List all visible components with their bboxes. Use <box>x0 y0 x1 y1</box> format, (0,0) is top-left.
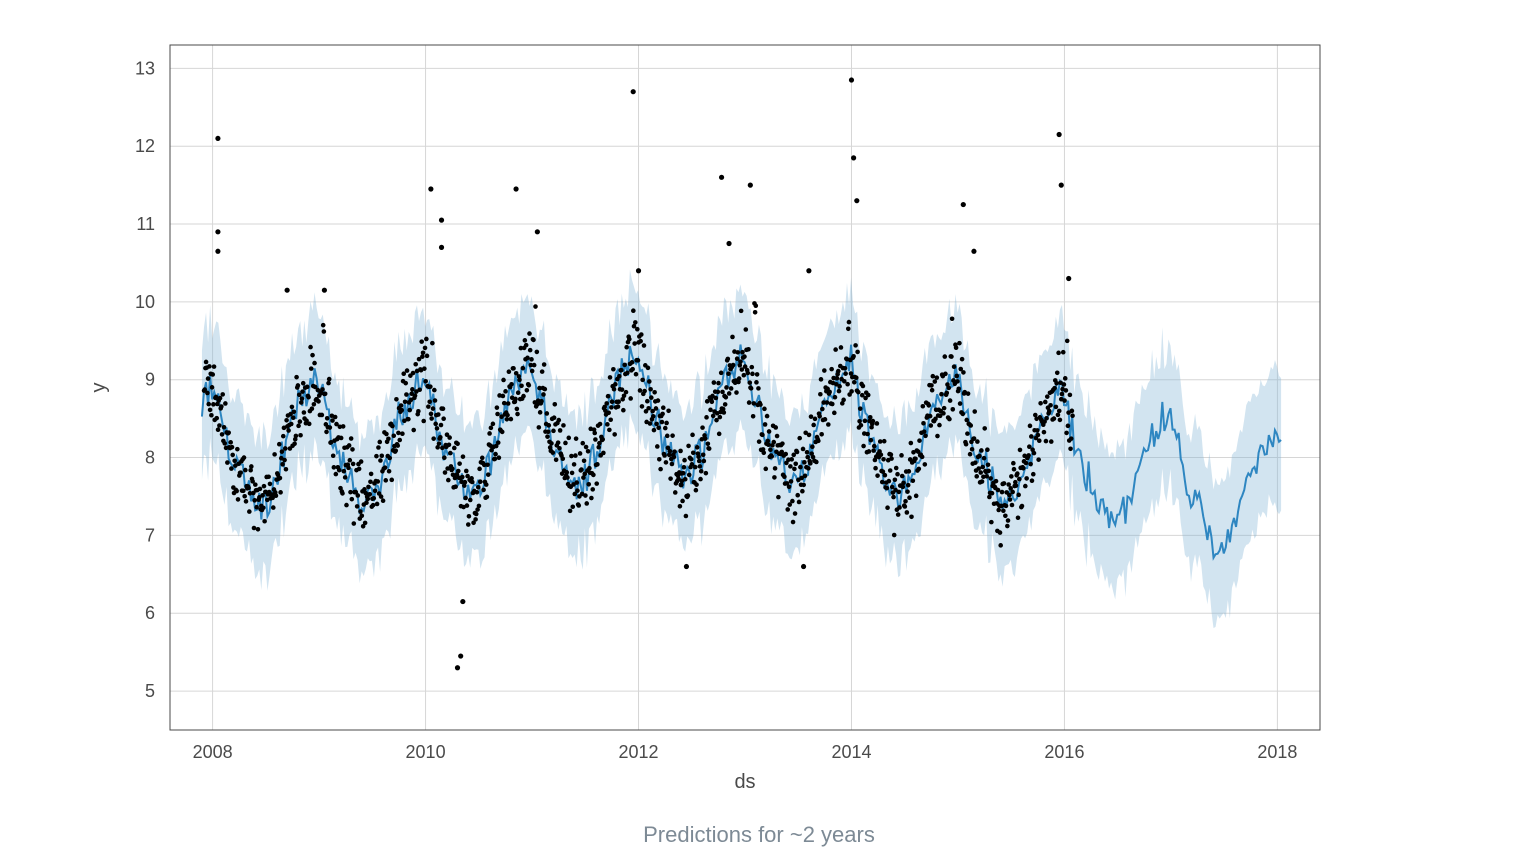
svg-text:10: 10 <box>135 292 155 312</box>
svg-text:7: 7 <box>145 525 155 545</box>
svg-text:2018: 2018 <box>1257 742 1297 762</box>
svg-text:11: 11 <box>136 214 155 234</box>
svg-text:2012: 2012 <box>618 742 658 762</box>
forecast-chart: 5 6 7 8 9 10 11 12 13 2008 2010 2012 2014 2016 2018 ds y <box>0 0 1518 820</box>
svg-text:2010: 2010 <box>406 742 446 762</box>
svg-text:2016: 2016 <box>1044 742 1084 762</box>
svg-text:8: 8 <box>145 448 155 468</box>
svg-text:5: 5 <box>145 681 155 701</box>
svg-text:12: 12 <box>135 136 155 156</box>
svg-text:13: 13 <box>135 58 155 78</box>
chart-caption: Predictions for ~2 years <box>0 822 1518 848</box>
svg-text:2008: 2008 <box>193 742 233 762</box>
uncertainty-interval <box>202 270 1281 629</box>
svg-text:9: 9 <box>145 370 155 390</box>
svg-text:2014: 2014 <box>831 742 871 762</box>
svg-text:6: 6 <box>145 603 155 623</box>
svg-text:y: y <box>88 383 110 393</box>
svg-text:ds: ds <box>734 771 755 793</box>
